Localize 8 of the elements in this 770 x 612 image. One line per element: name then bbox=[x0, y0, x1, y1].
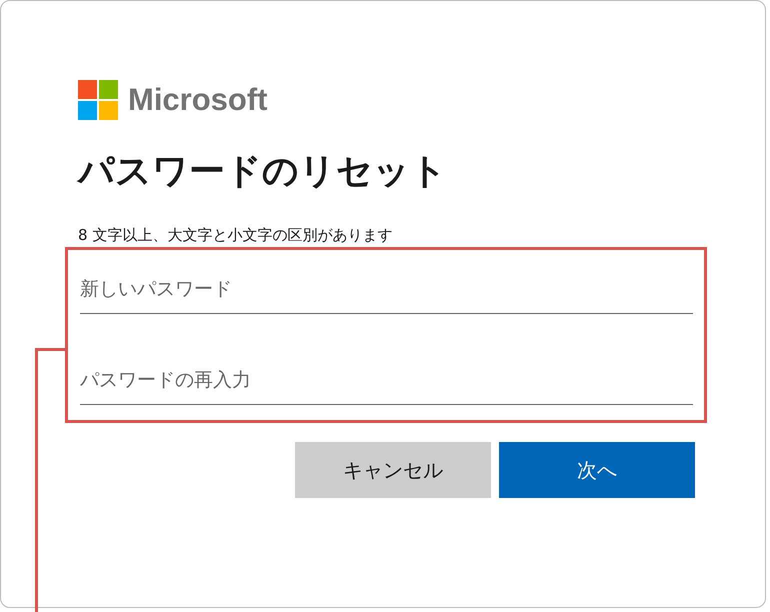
logo-text: Microsoft bbox=[128, 82, 268, 118]
password-field[interactable]: 新しいパスワード bbox=[80, 265, 693, 314]
four-squares-logo-icon bbox=[78, 80, 118, 120]
cancel-button[interactable]: キャンセル bbox=[295, 442, 491, 498]
page-title: パスワードのリセット bbox=[78, 150, 448, 194]
password-field[interactable]: パスワードの再入力 bbox=[80, 356, 693, 405]
password-hint: 8 文字以上、大文字と小文字の区別があります bbox=[78, 225, 394, 245]
next-button[interactable]: 次へ bbox=[499, 442, 695, 498]
